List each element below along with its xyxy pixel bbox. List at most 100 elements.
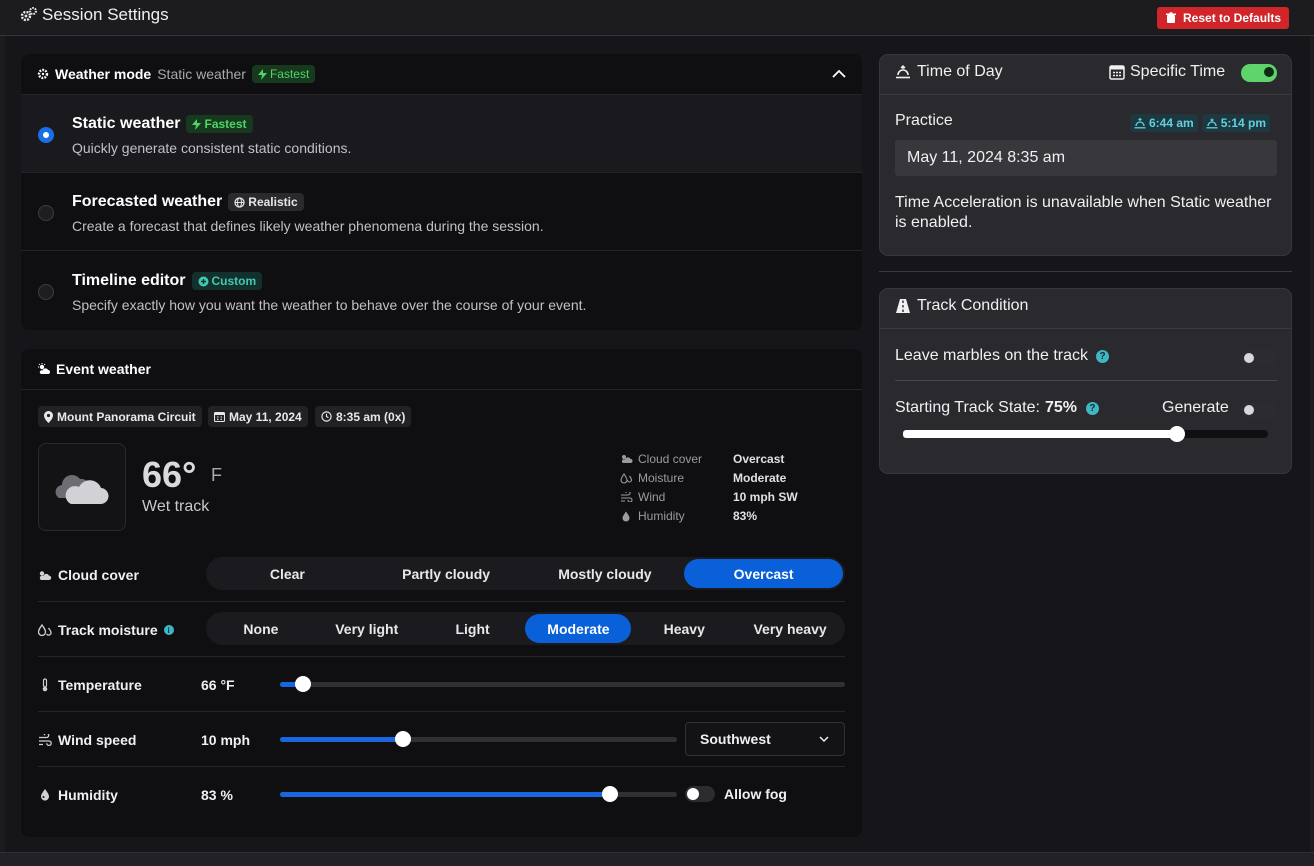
datetime-input[interactable]: May 11, 2024 8:35 am — [895, 140, 1277, 176]
marbles-label-text: Leave marbles on the track — [895, 347, 1088, 364]
panel-separator — [879, 271, 1292, 272]
moisture-moderate[interactable]: Moderate — [525, 614, 632, 643]
sunrise-time-text: 6:44 am — [1149, 116, 1194, 130]
temperature-label-text: Temperature — [58, 677, 142, 693]
specific-time-toggle[interactable] — [1241, 64, 1277, 82]
generate-toggle[interactable] — [1241, 402, 1277, 418]
option-title-text: Timeline editor — [72, 272, 186, 289]
app-title-text: Session Settings — [42, 5, 169, 24]
wind-icon — [39, 734, 52, 746]
humidity-slider[interactable] — [280, 786, 677, 802]
road-icon — [896, 299, 910, 313]
radio-forecasted-weather[interactable] — [38, 205, 54, 221]
chevron-up-icon[interactable] — [831, 66, 847, 82]
sun-times: 6:44 am 5:14 pm — [1130, 114, 1271, 132]
track-surface-status: Wet track — [142, 498, 210, 515]
event-time: 8:35 am (0x) — [336, 409, 406, 424]
fastest-badge: Fastest — [251, 65, 316, 83]
weather-mode-header[interactable]: Weather mode Static weather Fastest — [21, 54, 862, 95]
cloud-cover-partly-cloudy[interactable]: Partly cloudy — [367, 559, 526, 588]
moisture-none[interactable]: None — [208, 614, 314, 643]
specific-time-label: Specific Time — [1109, 63, 1225, 81]
radio-static-weather[interactable] — [38, 127, 54, 143]
allow-fog-toggle[interactable] — [685, 786, 715, 802]
moisture-very-heavy[interactable]: Very heavy — [737, 614, 843, 643]
help-icon[interactable]: ? — [1085, 401, 1099, 415]
option-description: Create a forecast that defines likely we… — [72, 218, 544, 234]
moisture-very-light[interactable]: Very light — [314, 614, 420, 643]
lightning-icon — [257, 68, 267, 80]
stat-humidity-label: Humidity — [620, 509, 685, 523]
temperature-slider[interactable] — [280, 676, 845, 692]
cloud-cover-mostly-cloudy[interactable]: Mostly cloudy — [526, 559, 685, 588]
track-state-slider[interactable] — [903, 426, 1268, 442]
humidity-drop-icon — [41, 789, 49, 801]
reset-label: Reset to Defaults — [1183, 11, 1282, 25]
temperature-unit: F — [211, 465, 222, 485]
badge-text: Realistic — [248, 195, 298, 209]
option-timeline-editor[interactable]: Timeline editor Custom Specify exactly h… — [21, 252, 862, 330]
wind-icon — [621, 492, 633, 502]
temperature-readout: 66° — [142, 454, 197, 495]
track-moisture-label: Track moisture i — [38, 622, 174, 638]
time-of-day-title: Time of Day — [895, 63, 1003, 81]
event-weather-label: Event weather — [56, 361, 151, 377]
sun-cloud-icon — [38, 363, 50, 374]
cloud-cover-clear[interactable]: Clear — [208, 559, 367, 588]
event-weather-header: Event weather — [21, 349, 862, 390]
stat-cloud-cover-label: Cloud cover — [620, 452, 702, 466]
radio-timeline-editor[interactable] — [38, 284, 54, 300]
cloud-cover-label: Cloud cover — [38, 567, 139, 583]
date-chip: May 11, 2024 — [208, 406, 308, 427]
time-of-day-header: Time of Day Specific Time — [880, 55, 1291, 95]
cloud-sun-icon — [621, 455, 633, 463]
starting-track-state-value: 75% — [1044, 399, 1077, 416]
help-icon[interactable]: ? — [1096, 349, 1109, 363]
stat-moisture-label: Moisture — [620, 471, 684, 485]
wind-speed-slider[interactable] — [280, 731, 677, 747]
wind-direction-select[interactable]: Southwest — [685, 722, 845, 756]
marbles-toggle[interactable] — [1241, 350, 1277, 366]
temperature-label: Temperature — [38, 677, 142, 693]
option-forecasted-weather[interactable]: Forecasted weather Realistic Create a fo… — [21, 173, 862, 251]
row-divider — [38, 766, 845, 767]
track-condition-panel: Track Condition Leave marbles on the tra… — [879, 288, 1292, 474]
moisture-light[interactable]: Light — [420, 614, 526, 643]
moisture-heavy[interactable]: Heavy — [631, 614, 737, 643]
track-moisture-label-text: Track moisture — [58, 622, 158, 638]
wind-speed-slider-thumb[interactable] — [395, 731, 412, 747]
starting-track-state: Starting Track State: 75% ? — [895, 399, 1099, 417]
stat-wind-label: Wind — [620, 490, 665, 504]
generate-label: Generate — [1162, 399, 1229, 416]
badge-text: Fastest — [204, 117, 247, 131]
humidity-label: Humidity — [38, 787, 118, 803]
info-icon[interactable]: i — [163, 625, 174, 635]
track-name: Mount Panorama Circuit — [57, 409, 196, 424]
calendar-grid-icon — [1109, 65, 1125, 80]
row-divider — [895, 380, 1277, 381]
weather-mode-card: Weather mode Static weather Fastest Stat… — [21, 54, 862, 330]
humidity-drop-icon — [622, 511, 630, 521]
sunset-icon — [1206, 118, 1218, 128]
wind-speed-label: Wind speed — [38, 732, 136, 748]
option-description: Specify exactly how you want the weather… — [72, 297, 587, 313]
row-divider — [38, 711, 845, 712]
track-chip: Mount Panorama Circuit — [38, 406, 202, 427]
badge-text: Custom — [211, 274, 257, 288]
cloud-cover-overcast[interactable]: Overcast — [684, 559, 843, 588]
humidity-slider-fill — [280, 792, 610, 797]
marbles-label: Leave marbles on the track ? — [895, 347, 1109, 365]
option-description: Quickly generate consistent static condi… — [72, 140, 352, 156]
lightning-icon — [192, 118, 202, 130]
temperature-slider-thumb[interactable] — [294, 676, 311, 692]
weather-mode-label: Weather mode — [55, 66, 152, 82]
wind-speed-value: 10 mph — [201, 732, 251, 748]
reset-to-defaults-button[interactable]: Reset to Defaults — [1157, 7, 1290, 29]
humidity-slider-thumb[interactable] — [601, 786, 618, 802]
option-static-weather[interactable]: Static weather Fastest Quickly generate … — [21, 95, 862, 173]
sunrise-time: 6:44 am — [1130, 114, 1198, 132]
location-pin-icon — [44, 410, 53, 423]
track-state-slider-thumb[interactable] — [1168, 426, 1185, 442]
time-of-day-title-text: Time of Day — [917, 63, 1003, 80]
app-title: Session Settings — [20, 5, 169, 25]
